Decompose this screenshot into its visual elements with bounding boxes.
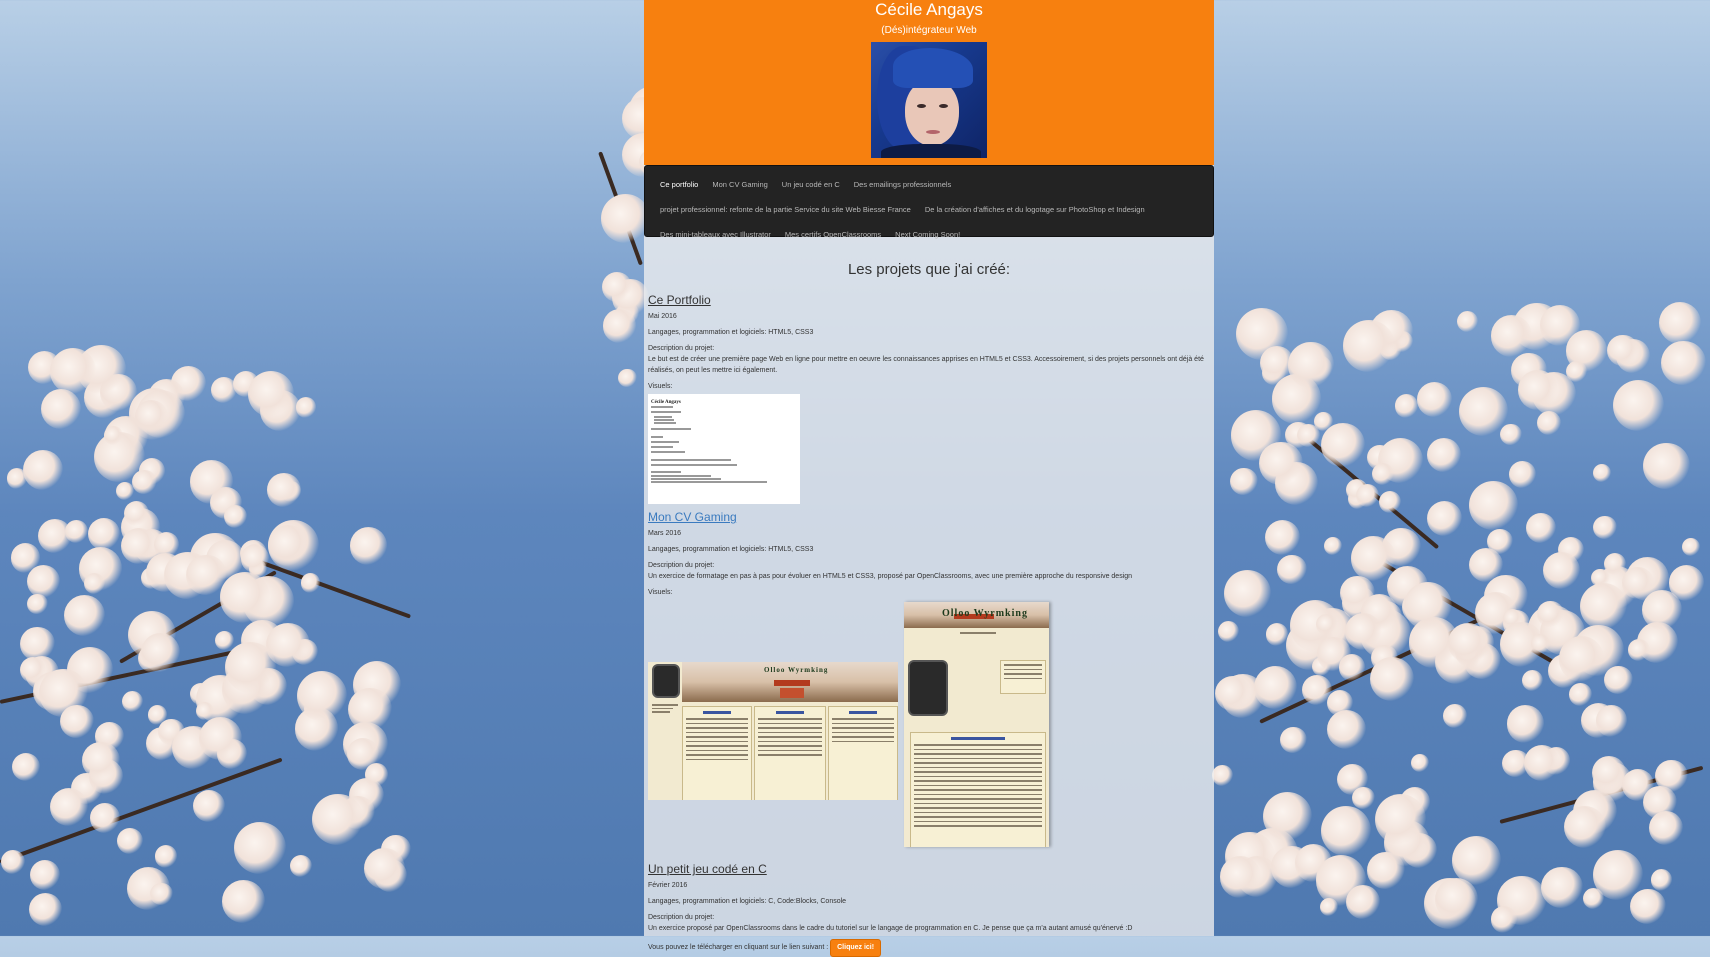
project-date: Février 2016 xyxy=(648,882,688,889)
download-button[interactable]: Cliquez ici! xyxy=(830,939,882,957)
nav-item[interactable]: Ce portfolio xyxy=(653,172,705,197)
nav-item[interactable]: Des mini-tableaux avec Illustrator xyxy=(653,222,778,247)
nav-item[interactable]: Mon CV Gaming xyxy=(705,172,774,197)
project-date: Mai 2016 xyxy=(648,313,677,320)
project-desc: Le but est de créer une première page We… xyxy=(648,356,1204,374)
portfolio-thumbnail[interactable]: Cécile Angays xyxy=(648,394,800,504)
project-date: Mars 2016 xyxy=(648,530,682,537)
cv-mobile-screenshot[interactable]: Olloo Wyrmking xyxy=(904,602,1049,847)
project-c-game: Un petit jeu codé en C Février 2016 Lang… xyxy=(648,862,1210,957)
cv-desktop-screenshot[interactable]: Olloo Wyrmking xyxy=(648,662,898,800)
project-desc-label: Description du projet: xyxy=(648,345,715,352)
page-container: Cécile Angays (Dés)intégrateur Web Ce po… xyxy=(644,0,1214,957)
project-languages: Langages, programmation et logiciels: HT… xyxy=(648,546,814,553)
project-languages: Langages, programmation et logiciels: HT… xyxy=(648,329,814,336)
section-title: Les projets que j'ai créé: xyxy=(847,261,1011,278)
project-desc: Un exercice de formatage en pas à pas po… xyxy=(648,573,1133,580)
project-title-link[interactable]: Ce Portfolio xyxy=(648,293,1210,307)
project-cv-gaming: Mon CV Gaming Mars 2016 Langages, progra… xyxy=(648,510,1210,852)
download-line: Vous pouvez le télécharger en cliquant s… xyxy=(648,939,1210,957)
main-nav: Ce portfolio Mon CV Gaming Un jeu codé en … xyxy=(644,165,1214,239)
cv-gaming-visuals: Olloo Wyrmking Olloo Wyrmking xyxy=(648,602,1210,852)
main-content: Les projets que j'ai créé: Ce Portfolio … xyxy=(644,261,1214,957)
nav-item[interactable]: Des emailings professionnels xyxy=(847,172,959,197)
project-visuals-label: Visuels: xyxy=(648,589,673,596)
project-desc-label: Description du projet: xyxy=(648,562,715,569)
project-visuals-label: Visuels: xyxy=(648,383,673,390)
screenshot-title: Olloo Wyrmking xyxy=(764,666,829,674)
screenshot-title: Olloo Wyrmking xyxy=(942,608,1028,619)
project-desc-label: Description du projet: xyxy=(648,914,715,921)
site-header: Cécile Angays (Dés)intégrateur Web xyxy=(644,0,1214,165)
nav-item[interactable]: Un jeu codé en C xyxy=(775,172,847,197)
project-title-link[interactable]: Un petit jeu codé en C xyxy=(648,862,1210,876)
nav-item[interactable]: projet professionnel: refonte de la part… xyxy=(653,197,918,222)
project-title-link[interactable]: Mon CV Gaming xyxy=(648,510,1210,524)
download-text: Vous pouvez le télécharger en cliquant s… xyxy=(648,944,829,951)
nav-item[interactable]: Next Coming Soon! xyxy=(888,222,967,247)
project-languages: Langages, programmation et logiciels: C,… xyxy=(648,898,847,905)
project-portfolio: Ce Portfolio Mai 2016 Langages, programm… xyxy=(648,293,1210,504)
avatar xyxy=(871,42,987,158)
site-subtitle: (Dés)intégrateur Web xyxy=(881,25,977,36)
project-desc: Un exercice proposé par OpenClassrooms d… xyxy=(648,925,1133,932)
nav-item[interactable]: Mes certifs OpenClassrooms xyxy=(778,222,888,247)
nav-item[interactable]: De la création d'affiches et du logotage… xyxy=(918,197,1152,222)
site-name: Cécile Angays xyxy=(875,0,983,19)
